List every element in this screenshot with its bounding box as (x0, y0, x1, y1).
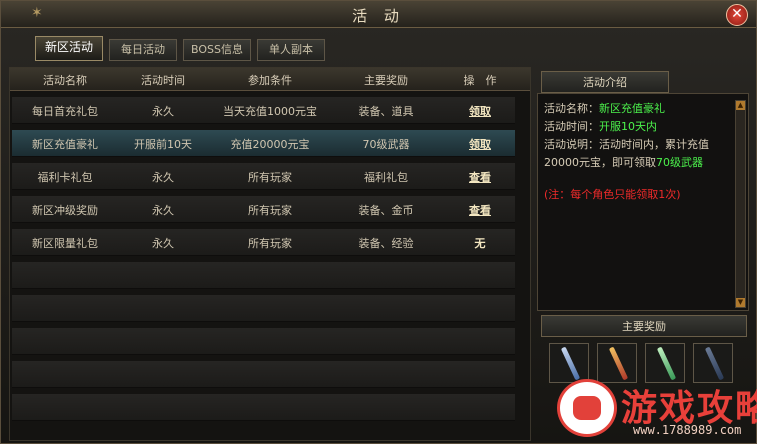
empty-row (12, 328, 515, 355)
scroll-up-icon[interactable]: ▲ (736, 101, 745, 110)
dark-weapon-icon (704, 346, 725, 381)
tab-solo-dungeon[interactable]: 单人副本 (257, 39, 325, 61)
header-activity-name: 活动名称 (43, 74, 87, 87)
intro-name-value: 新区充值豪礼 (599, 102, 665, 115)
table-row[interactable]: 每日首充礼包 永久 当天充值1000元宝 装备、道具 领取 (12, 97, 515, 124)
action-none-label: 无 (474, 237, 486, 250)
activity-time: 永久 (152, 105, 174, 118)
activity-time: 永久 (152, 237, 174, 250)
activity-reward: 装备、道具 (358, 105, 414, 118)
intro-desc-highlight: 70级武器 (656, 156, 703, 169)
activity-condition: 所有玩家 (248, 204, 292, 217)
rewards-header: 主要奖励 (541, 315, 747, 337)
claim-button[interactable]: 领取 (440, 103, 520, 119)
activity-table: 活动名称 活动时间 参加条件 主要奖励 操 作 每日首充礼包 永久 当天充值10… (9, 67, 531, 441)
activity-reward: 福利礼包 (364, 171, 408, 184)
empty-row (12, 295, 515, 322)
intro-time-label: 活动时间： (544, 120, 599, 133)
gamepad-logo-icon (557, 379, 617, 437)
activity-name: 每日首充礼包 (32, 105, 98, 118)
intro-name-label: 活动名称： (544, 102, 599, 115)
watermark-url: www.1788989.com (633, 423, 742, 437)
close-icon[interactable]: ✕ (726, 4, 748, 26)
activity-condition: 所有玩家 (248, 171, 292, 184)
activity-condition: 充值20000元宝 (230, 138, 310, 151)
header-activity-time: 活动时间 (141, 74, 185, 87)
empty-row (12, 361, 515, 388)
intro-time-value: 开服10天内 (599, 120, 657, 133)
activity-time: 开服前10天 (134, 138, 192, 151)
activity-condition: 当天充值1000元宝 (223, 105, 317, 118)
intro-time-line: 活动时间：开服10天内 (544, 118, 657, 134)
table-row-selected[interactable]: 新区充值豪礼 开服前10天 充值20000元宝 70级武器 领取 (12, 130, 515, 157)
view-button[interactable]: 查看 (440, 169, 520, 185)
empty-row (12, 394, 515, 421)
sword-green-icon (656, 346, 677, 381)
scroll-down-icon[interactable]: ▼ (736, 298, 745, 307)
view-button[interactable]: 查看 (440, 202, 520, 218)
staff-red-icon (608, 346, 629, 381)
activity-window: ✶ 活 动 ✕ 新区活动 每日活动 BOSS信息 单人副本 活动名称 活动时间 … (0, 0, 757, 444)
activity-reward: 70级武器 (362, 138, 410, 151)
intro-desc-text: 20000元宝，即可领取 (544, 156, 656, 169)
window-title: 活 动 (352, 7, 405, 25)
intro-note: (注：每个角色只能领取1次) (544, 188, 681, 201)
activity-name: 新区冲级奖励 (32, 204, 98, 217)
title-bar[interactable]: ✶ 活 动 ✕ (1, 1, 756, 28)
tab-boss-info[interactable]: BOSS信息 (183, 39, 251, 61)
table-row[interactable]: 福利卡礼包 永久 所有玩家 福利礼包 查看 (12, 163, 515, 190)
activity-name: 新区限量礼包 (32, 237, 98, 250)
activity-reward: 装备、经验 (358, 237, 414, 250)
intro-content[interactable]: 活动名称：新区充值豪礼 活动时间：开服10天内 活动说明：活动时间内，累计充值 … (537, 93, 749, 311)
header-condition: 参加条件 (248, 74, 292, 87)
intro-desc-line2: 20000元宝，即可领取70级武器 (544, 154, 703, 170)
intro-header: 活动介绍 (541, 71, 669, 93)
activity-name: 福利卡礼包 (37, 171, 93, 184)
header-main-reward: 主要奖励 (364, 74, 408, 87)
table-header: 活动名称 活动时间 参加条件 主要奖励 操 作 (10, 68, 530, 91)
activity-reward: 装备、金币 (358, 204, 414, 217)
table-row[interactable]: 新区限量礼包 永久 所有玩家 装备、经验 无 (12, 229, 515, 256)
intro-desc-line1: 活动说明：活动时间内，累计充值 (544, 138, 709, 151)
intro-name-line: 活动名称：新区充值豪礼 (544, 100, 665, 116)
activity-time: 永久 (152, 204, 174, 217)
activity-time: 永久 (152, 171, 174, 184)
intro-scrollbar[interactable]: ▲ ▼ (735, 100, 746, 308)
tab-daily-activity[interactable]: 每日活动 (109, 39, 177, 61)
table-row[interactable]: 新区冲级奖励 永久 所有玩家 装备、金币 查看 (12, 196, 515, 223)
claim-button[interactable]: 领取 (440, 136, 520, 152)
empty-row (12, 262, 515, 289)
activity-condition: 所有玩家 (248, 237, 292, 250)
sword-blue-icon (560, 346, 581, 381)
activity-name: 新区充值豪礼 (32, 138, 98, 151)
watermark: 游戏攻略 www.1788989.com (557, 377, 757, 439)
header-action: 操 作 (463, 74, 497, 87)
tab-new-server-activity[interactable]: 新区活动 (35, 36, 103, 61)
